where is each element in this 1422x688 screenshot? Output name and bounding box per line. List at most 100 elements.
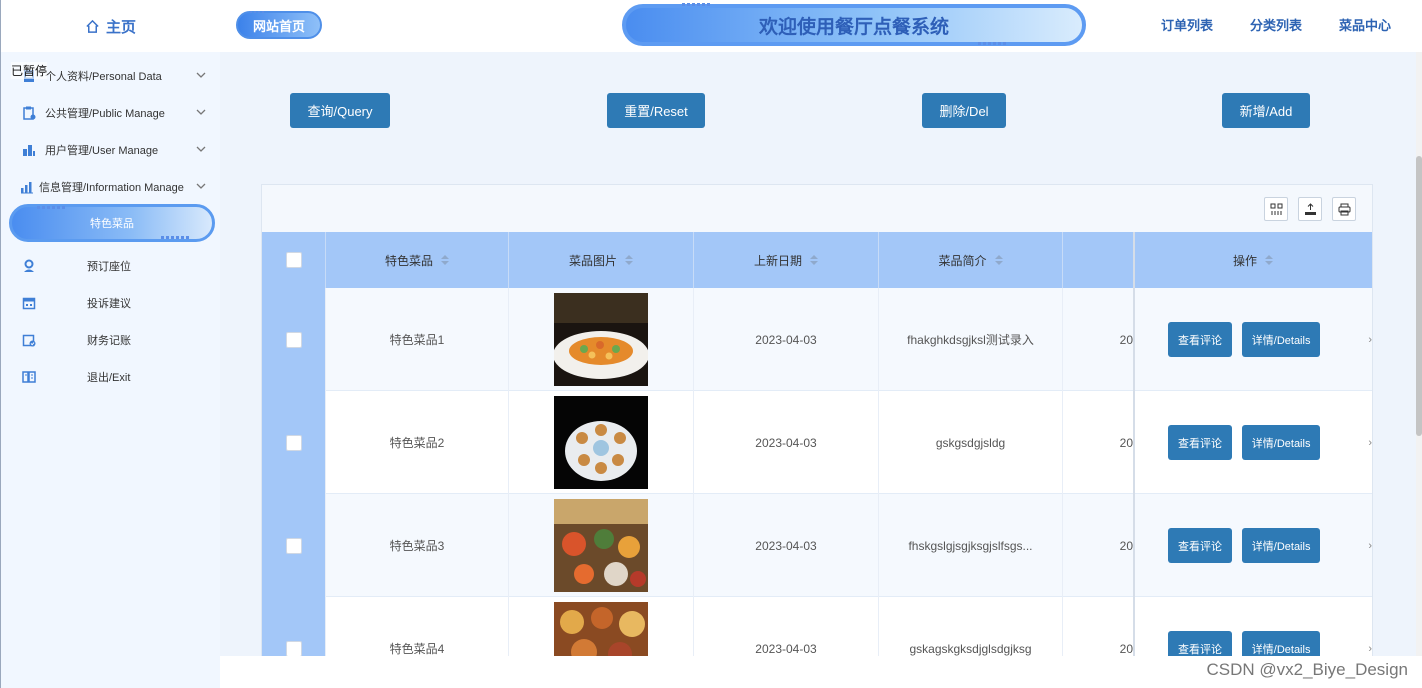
sidebar-item-finance[interactable]: 财务记账 [1,325,221,355]
dish-image [554,396,648,489]
cell-intro: fhakghkdsgjksl测试录入 [879,288,1063,391]
select-all-checkbox[interactable] [285,252,302,268]
print-button[interactable] [1332,197,1356,221]
sidebar-item-complaints[interactable]: 投诉建议 [1,288,221,318]
sidebar-item-user-manage[interactable]: 用户管理/User Manage [1,135,221,165]
sidebar-item-seat-booking[interactable]: 预订座位 [1,251,221,281]
cell-overflow-mark: › [1368,436,1372,449]
cell-actions: 查看评论 详情/Details › [1134,597,1372,656]
system-title-banner: 欢迎使用餐厅点餐系统 [622,4,1086,46]
dish-image [554,293,648,386]
fixed-column-divider [1133,232,1135,656]
seat-icon [21,258,37,274]
view-comments-button[interactable]: 查看评论 [1168,528,1232,563]
decor-dots [682,3,710,6]
reset-button[interactable]: 重置/Reset [607,93,705,128]
details-button[interactable]: 详情/Details [1241,322,1321,357]
cell-dish-image [509,288,694,391]
cell-hidden: 20 [1063,391,1134,494]
grid-icon [1270,203,1282,215]
sort-icon [441,255,449,265]
columns-toggle-button[interactable] [1264,197,1288,221]
cell-date: 2023-04-03 [694,597,879,656]
page-scrollbar[interactable] [1416,52,1422,656]
cell-intro: gskagskgksdjglsdgjksg [879,597,1063,656]
decor-dots [37,206,65,209]
column-header-label: 菜品简介 [938,253,987,268]
paused-overlay-text: 已暂停 [11,62,48,79]
row-select-cell [262,494,326,597]
cell-hidden-text: 20 [1119,435,1133,450]
cell-hidden: 20 [1063,597,1134,656]
column-header-dish[interactable]: 特色菜品 [326,232,509,288]
row-select-cell [262,288,326,391]
sidebar-item-information-manage[interactable]: 信息管理/Information Manage [1,172,221,202]
nav-category-list[interactable]: 分类列表 [1250,15,1302,34]
row-checkbox[interactable] [285,640,302,656]
row-checkbox[interactable] [285,331,302,348]
delete-button[interactable]: 删除/Del [922,93,1006,128]
sidebar-item-label: 个人资料/Personal Data [45,71,162,83]
row-checkbox[interactable] [285,537,302,554]
view-comments-button[interactable]: 查看评论 [1168,631,1232,656]
details-button[interactable]: 详情/Details [1241,425,1321,460]
decor-dots [250,11,264,13]
view-comments-button[interactable]: 查看评论 [1168,425,1232,460]
select-all-cell [262,232,326,288]
view-comments-button[interactable]: 查看评论 [1168,322,1232,357]
column-header-label: 菜品图片 [568,253,617,268]
sidebar-item-label: 用户管理/User Manage [45,145,159,157]
table-row: 特色菜品2 2023-04-03 gskgsdgjsldg 20 查看评论 详情… [262,391,1372,494]
sidebar-item-public-manage[interactable]: 公共管理/Public Manage [1,98,221,128]
cell-dish-image [509,391,694,494]
sort-icon [1265,255,1273,265]
cell-actions: 查看评论 详情/Details › [1134,391,1372,494]
query-button[interactable]: 查询/Query [290,93,390,128]
column-header-label: 上新日期 [753,253,802,268]
clipboard-icon [21,105,37,121]
sidebar-item-label: 投诉建议 [87,298,131,310]
export-button[interactable] [1298,197,1322,221]
row-checkbox[interactable] [285,434,302,451]
column-header-date[interactable]: 上新日期 [694,232,879,288]
decor-dots [161,236,189,239]
cell-date: 2023-04-03 [694,288,879,391]
row-select-cell [262,391,326,494]
cell-hidden: 20 [1063,288,1134,391]
column-header-hidden [1063,232,1134,288]
table-toolbar [262,185,1372,232]
top-header: 网站首页 欢迎使用餐厅点餐系统 订单列表 分类列表 菜品中心 [220,0,1422,52]
sidebar-home-label: 主页 [105,18,136,36]
cell-intro: fhskgslgjsgjksgjslfsgs... [879,494,1063,597]
add-button[interactable]: 新增/Add [1222,93,1310,128]
sidebar-item-label: 预订座位 [87,261,131,273]
calendar-icon [21,295,37,311]
users-icon [21,142,37,158]
column-header-actions: 操作 [1134,232,1372,288]
table-header: 特色菜品 菜品图片 上新日期 菜品简介 操作 [262,232,1372,288]
details-button[interactable]: 详情/Details [1241,528,1321,563]
sidebar-item-exit[interactable]: 退出/Exit [1,362,221,392]
nav-order-list[interactable]: 订单列表 [1161,15,1213,34]
cell-overflow-mark: › [1368,642,1372,655]
chart-icon [19,179,35,195]
details-button[interactable]: 详情/Details [1241,631,1321,656]
sidebar-item-label: 信息管理/Information Manage [39,182,184,194]
cell-overflow-mark: › [1368,333,1372,346]
sidebar-home[interactable]: 主页 [1,0,220,52]
site-home-button[interactable]: 网站首页 [236,11,322,39]
column-header-intro[interactable]: 菜品简介 [879,232,1063,288]
table-row: 特色菜品1 2023-04-03 fhakghkdsgjksl测试录入 20 查… [262,288,1372,391]
column-header-image[interactable]: 菜品图片 [509,232,694,288]
cell-dish-image [509,597,694,656]
cell-dish-name: 特色菜品2 [326,391,509,494]
cell-dish-name: 特色菜品1 [326,288,509,391]
cell-date: 2023-04-03 [694,391,879,494]
chevron-down-icon [196,72,206,78]
chevron-down-icon [196,146,206,152]
scrollbar-thumb[interactable] [1416,156,1422,436]
page-title: 欢迎使用餐厅点餐系统 [758,16,949,38]
nav-dish-center[interactable]: 菜品中心 [1339,15,1391,34]
cell-hidden: 20 [1063,494,1134,597]
sort-icon [625,255,633,265]
